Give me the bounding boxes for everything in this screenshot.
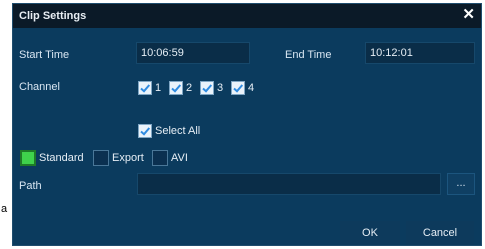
format-avi-option[interactable]: AVI	[152, 150, 188, 166]
browse-button[interactable]: ...	[447, 173, 475, 195]
format-standard-label: Standard	[39, 152, 84, 164]
check-icon	[231, 81, 245, 95]
unselected-indicator-icon	[93, 150, 109, 166]
check-icon	[138, 124, 152, 138]
format-standard-option[interactable]: Standard	[20, 150, 84, 166]
check-icon	[169, 81, 183, 95]
title-bar: Clip Settings ✕	[13, 4, 481, 28]
select-all-checkbox[interactable]: Select All	[138, 124, 200, 138]
channel-4-label: 4	[248, 82, 255, 94]
selected-indicator-icon	[20, 150, 36, 166]
end-time-field[interactable]: 10:12:01	[365, 42, 475, 64]
channel-2-checkbox[interactable]: 2	[169, 81, 192, 95]
end-time-label: End Time	[285, 49, 332, 61]
check-icon	[200, 81, 214, 95]
path-field[interactable]	[137, 173, 441, 195]
check-icon	[138, 81, 152, 95]
format-export-label: Export	[112, 152, 144, 164]
side-text: a	[1, 203, 8, 215]
channel-4-checkbox[interactable]: 4	[231, 81, 254, 95]
cancel-button[interactable]: Cancel	[406, 221, 474, 245]
clip-settings-dialog: Clip Settings ✕ Start Time 10:06:59 End …	[12, 3, 482, 246]
select-all-label: Select All	[155, 125, 201, 137]
channel-3-label: 3	[217, 82, 224, 94]
start-time-field[interactable]: 10:06:59	[136, 42, 250, 64]
dialog-title: Clip Settings	[19, 10, 87, 22]
channel-1-label: 1	[155, 82, 162, 94]
start-time-label: Start Time	[19, 49, 70, 61]
format-avi-label: AVI	[171, 152, 188, 164]
unselected-indicator-icon	[152, 150, 168, 166]
channel-label: Channel	[19, 81, 60, 93]
channel-2-label: 2	[186, 82, 193, 94]
close-icon[interactable]: ✕	[462, 7, 475, 23]
ok-button[interactable]: OK	[340, 221, 400, 245]
format-export-option[interactable]: Export	[93, 150, 144, 166]
path-label: Path	[19, 180, 42, 192]
channel-1-checkbox[interactable]: 1	[138, 81, 161, 95]
channel-3-checkbox[interactable]: 3	[200, 81, 223, 95]
